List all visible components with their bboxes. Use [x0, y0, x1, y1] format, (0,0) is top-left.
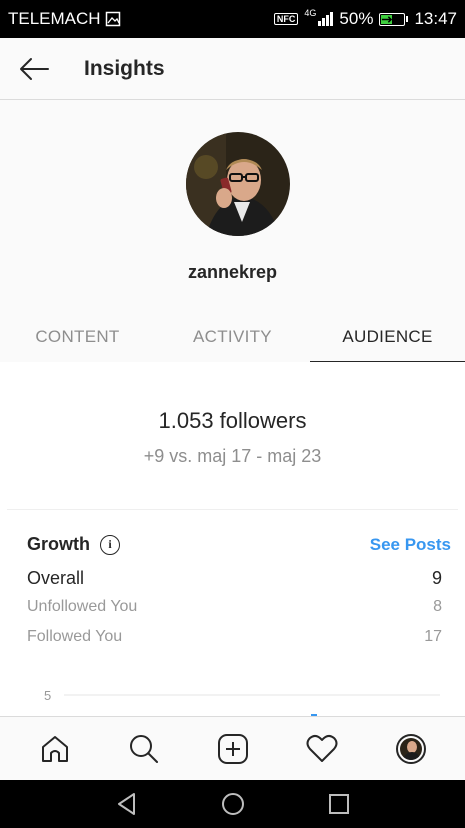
bottom-navigation — [0, 716, 465, 780]
nav-activity[interactable] — [297, 724, 347, 774]
system-navigation — [0, 780, 465, 828]
page-title: Insights — [84, 56, 165, 80]
tab-audience[interactable]: AUDIENCE — [310, 312, 465, 362]
growth-overall-row: Overall 9 — [27, 568, 442, 589]
nav-new-post[interactable] — [208, 724, 258, 774]
growth-title: Growth — [27, 534, 90, 554]
profile-section: zannekrep CONTENT ACTIVITY AUDIENCE — [0, 100, 465, 362]
heart-icon — [306, 734, 337, 762]
app-header: Insights — [0, 38, 465, 100]
growth-row-label: Overall — [27, 568, 85, 588]
growth-chart: 5 — [44, 688, 440, 716]
back-arrow-icon — [20, 57, 49, 80]
back-button[interactable] — [4, 38, 64, 100]
tab-activity[interactable]: ACTIVITY — [155, 312, 310, 362]
add-post-icon — [217, 733, 248, 764]
profile-username: zannekrep — [187, 262, 278, 282]
battery-percent: 50% — [339, 9, 374, 28]
growth-row-label: Unfollowed You — [27, 598, 138, 615]
nav-profile[interactable] — [386, 724, 436, 774]
battery-icon — [379, 12, 409, 26]
system-back-icon[interactable] — [114, 791, 140, 817]
carrier-label: TELEMACH — [8, 9, 101, 28]
nav-search[interactable] — [119, 724, 169, 774]
growth-row-value: 17 — [424, 628, 442, 645]
section-divider — [7, 509, 458, 510]
signal-icon — [318, 12, 334, 26]
system-home-icon[interactable] — [220, 791, 246, 817]
growth-row-value: 9 — [431, 568, 442, 588]
profile-avatar-icon — [395, 733, 426, 764]
clock: 13:47 — [414, 9, 457, 28]
growth-unfollowed-row: Unfollowed You 8 — [27, 598, 442, 616]
nfc-icon: NFC — [273, 13, 299, 25]
growth-row-label: Followed You — [27, 628, 123, 645]
tab-content[interactable]: CONTENT — [0, 312, 155, 362]
followers-count: 1.053 followers — [158, 408, 307, 433]
see-posts-link[interactable]: See Posts — [370, 535, 451, 555]
info-icon[interactable]: i — [100, 534, 120, 555]
image-notification-icon — [105, 11, 120, 27]
growth-header: Growth i See Posts — [27, 534, 451, 555]
growth-followed-row: Followed You 17 — [27, 628, 442, 646]
chart-y-tick: 5 — [44, 688, 51, 703]
system-recents-icon[interactable] — [326, 791, 352, 817]
growth-row-value: 8 — [433, 598, 442, 615]
home-icon — [41, 735, 68, 762]
profile-avatar — [186, 132, 290, 236]
insights-tabs: CONTENT ACTIVITY AUDIENCE — [0, 312, 465, 362]
status-bar: TELEMACH NFC 4G 50% 13:47 — [0, 0, 465, 38]
followers-comparison: +9 vs. maj 17 - maj 23 — [143, 446, 322, 466]
network-type: 4G — [304, 8, 317, 18]
nav-home[interactable] — [30, 724, 80, 774]
search-icon — [129, 734, 158, 763]
